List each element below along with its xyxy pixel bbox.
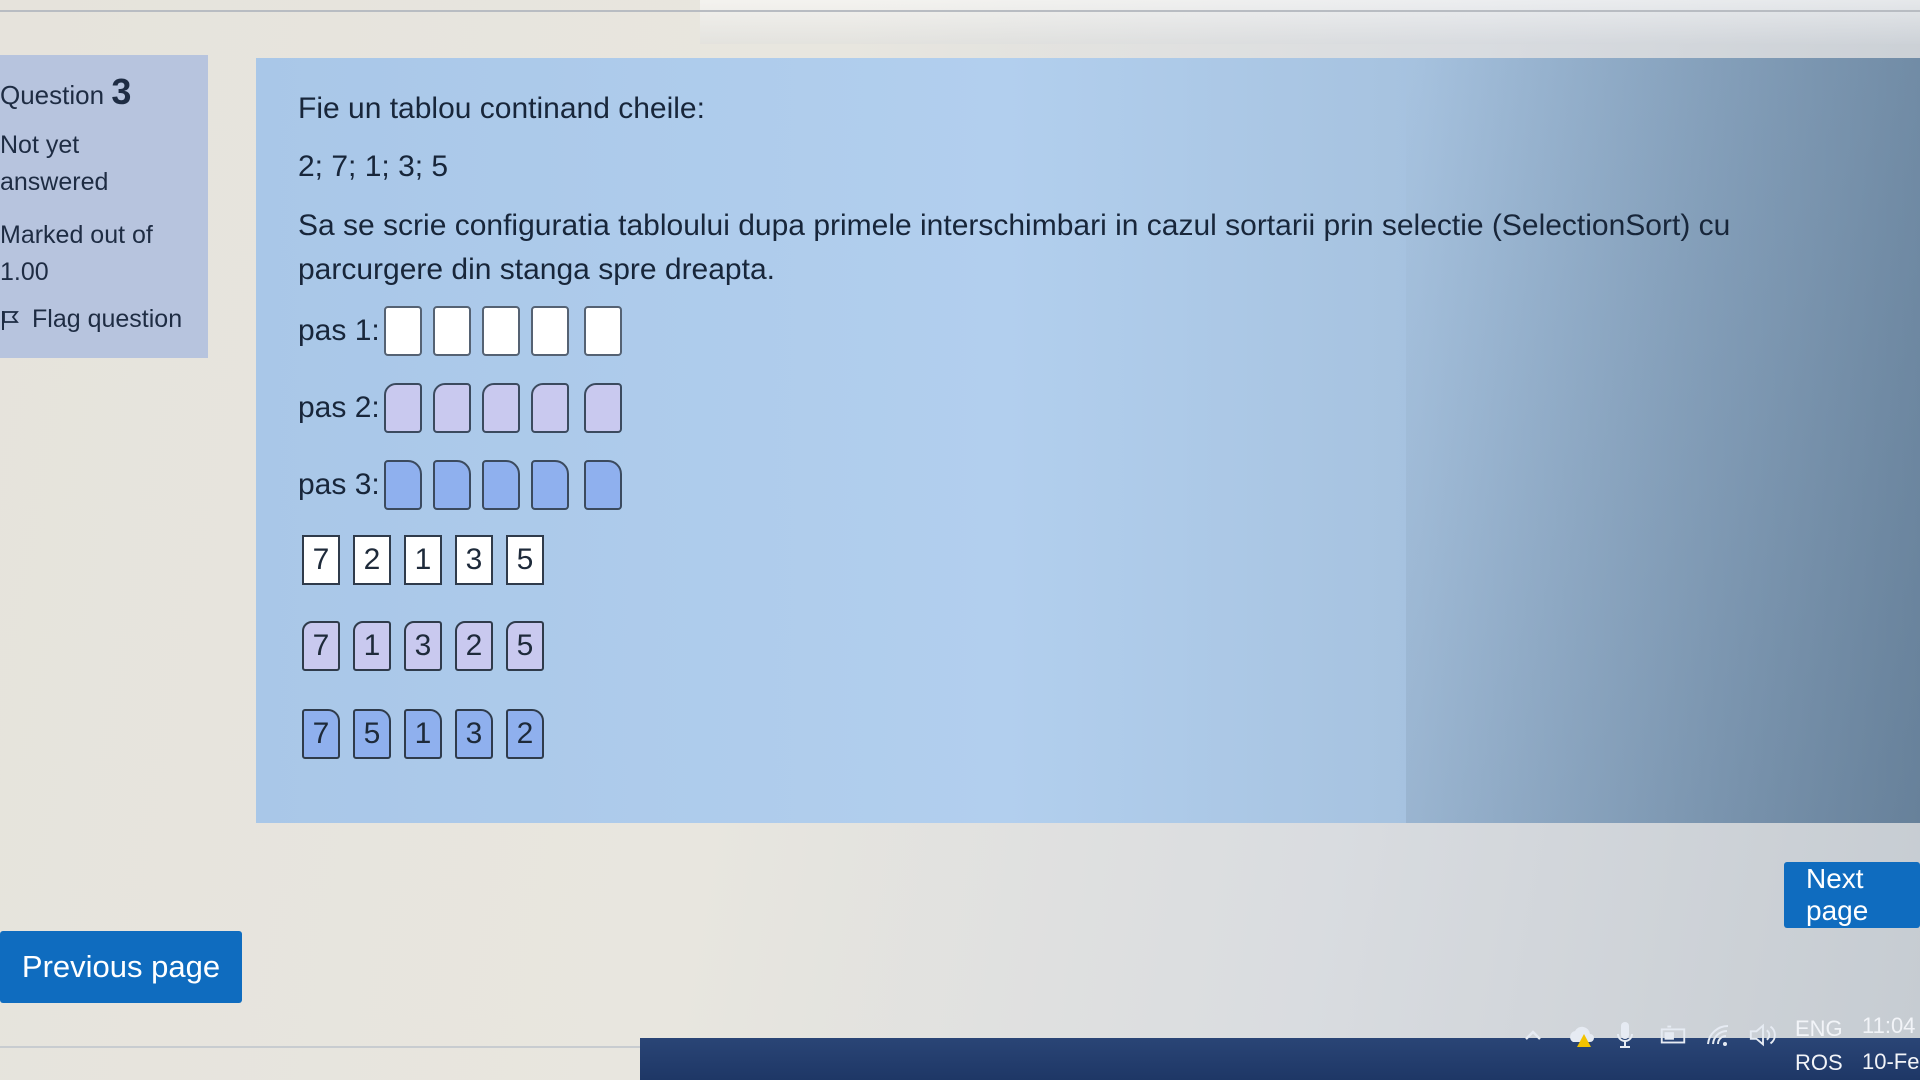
- step-row-1: pas 1:: [298, 306, 633, 356]
- drag-tile[interactable]: 3: [404, 621, 442, 671]
- microphone-icon[interactable]: [1610, 1020, 1640, 1050]
- drop-slot[interactable]: [531, 383, 569, 433]
- step-row-3: pas 3:: [298, 460, 633, 510]
- marked-out-of-value: 1.00: [0, 258, 49, 286]
- drag-tile[interactable]: 2: [353, 535, 391, 585]
- drag-tile[interactable]: 2: [506, 709, 544, 759]
- drop-slot[interactable]: [584, 383, 622, 433]
- drag-tile[interactable]: 3: [455, 709, 493, 759]
- drop-slot[interactable]: [531, 306, 569, 356]
- keyboard-layout: ROS: [1795, 1050, 1843, 1075]
- drop-slot[interactable]: [584, 306, 622, 356]
- input-language-indicator[interactable]: ENG ROS: [1795, 1012, 1843, 1080]
- question-keys: 2; 7; 1; 3; 5: [298, 150, 449, 183]
- drop-slot[interactable]: [482, 383, 520, 433]
- drop-slot[interactable]: [482, 460, 520, 510]
- taskbar-clock[interactable]: 11:04 10-Fe: [1862, 1008, 1919, 1080]
- next-page-button[interactable]: Next page: [1784, 862, 1920, 928]
- step-row-2: pas 2:: [298, 383, 633, 433]
- drop-slot[interactable]: [384, 383, 422, 433]
- question-prompt: Sa se scrie configuratia tabloului dupa …: [298, 209, 1731, 286]
- drag-tile-group-2: 7 1 3 2 5: [302, 621, 557, 671]
- clock-time: 11:04: [1862, 1013, 1916, 1038]
- battery-icon[interactable]: [1658, 1020, 1688, 1050]
- drag-tile[interactable]: 3: [455, 535, 493, 585]
- system-tray: [1518, 1020, 1778, 1050]
- previous-page-button[interactable]: Previous page: [0, 931, 242, 1003]
- question-info-panel: Question 3 Not yet answered Marked out o…: [0, 55, 208, 358]
- marked-out-of-label: Marked out of: [0, 221, 153, 249]
- screen-glare: [1406, 58, 1920, 823]
- status-line-1: Not yet: [0, 131, 80, 159]
- language-code: ENG: [1795, 1016, 1843, 1041]
- drop-slot[interactable]: [384, 306, 422, 356]
- drag-tile[interactable]: 5: [506, 535, 544, 585]
- drag-tile-group-3: 7 5 1 3 2: [302, 709, 557, 759]
- flag-icon: [0, 309, 22, 331]
- question-intro: Fie un tablou continand cheile:: [298, 92, 705, 125]
- chevron-up-icon[interactable]: [1518, 1020, 1548, 1050]
- step-label: pas 1:: [298, 314, 380, 347]
- flag-question-link[interactable]: Flag question: [0, 305, 208, 334]
- drag-tile[interactable]: 2: [455, 621, 493, 671]
- drag-tile[interactable]: 7: [302, 709, 340, 759]
- drag-tile[interactable]: 5: [506, 621, 544, 671]
- drag-tile[interactable]: 1: [404, 709, 442, 759]
- question-number-label: Question 3: [0, 71, 208, 113]
- drag-tile[interactable]: 7: [302, 535, 340, 585]
- drop-slot[interactable]: [433, 383, 471, 433]
- flag-question-label: Flag question: [32, 305, 183, 333]
- drag-tile-group-1: 7 2 1 3 5: [302, 535, 557, 585]
- drop-slot[interactable]: [433, 460, 471, 510]
- step-label: pas 3:: [298, 468, 380, 501]
- step-label: pas 2:: [298, 391, 380, 424]
- drop-slot[interactable]: [433, 306, 471, 356]
- drag-tile[interactable]: 1: [404, 535, 442, 585]
- drop-slot[interactable]: [584, 460, 622, 510]
- drag-tile[interactable]: 7: [302, 621, 340, 671]
- header-divider: [0, 10, 1920, 12]
- window-top-glare: [700, 0, 1920, 44]
- question-panel: Fie un tablou continand cheile: 2; 7; 1;…: [256, 58, 1920, 823]
- drop-slot[interactable]: [384, 460, 422, 510]
- status-line-2: answered: [0, 168, 109, 196]
- cloud-warning-icon[interactable]: [1566, 1020, 1596, 1050]
- question-number: 3: [111, 71, 132, 112]
- drag-tile[interactable]: 5: [353, 709, 391, 759]
- wifi-icon[interactable]: [1704, 1020, 1734, 1050]
- speaker-icon[interactable]: [1748, 1020, 1778, 1050]
- question-prefix: Question: [0, 80, 105, 110]
- drop-slot[interactable]: [482, 306, 520, 356]
- clock-date: 10-Fe: [1862, 1049, 1920, 1074]
- drop-slot[interactable]: [531, 460, 569, 510]
- drag-tile[interactable]: 1: [353, 621, 391, 671]
